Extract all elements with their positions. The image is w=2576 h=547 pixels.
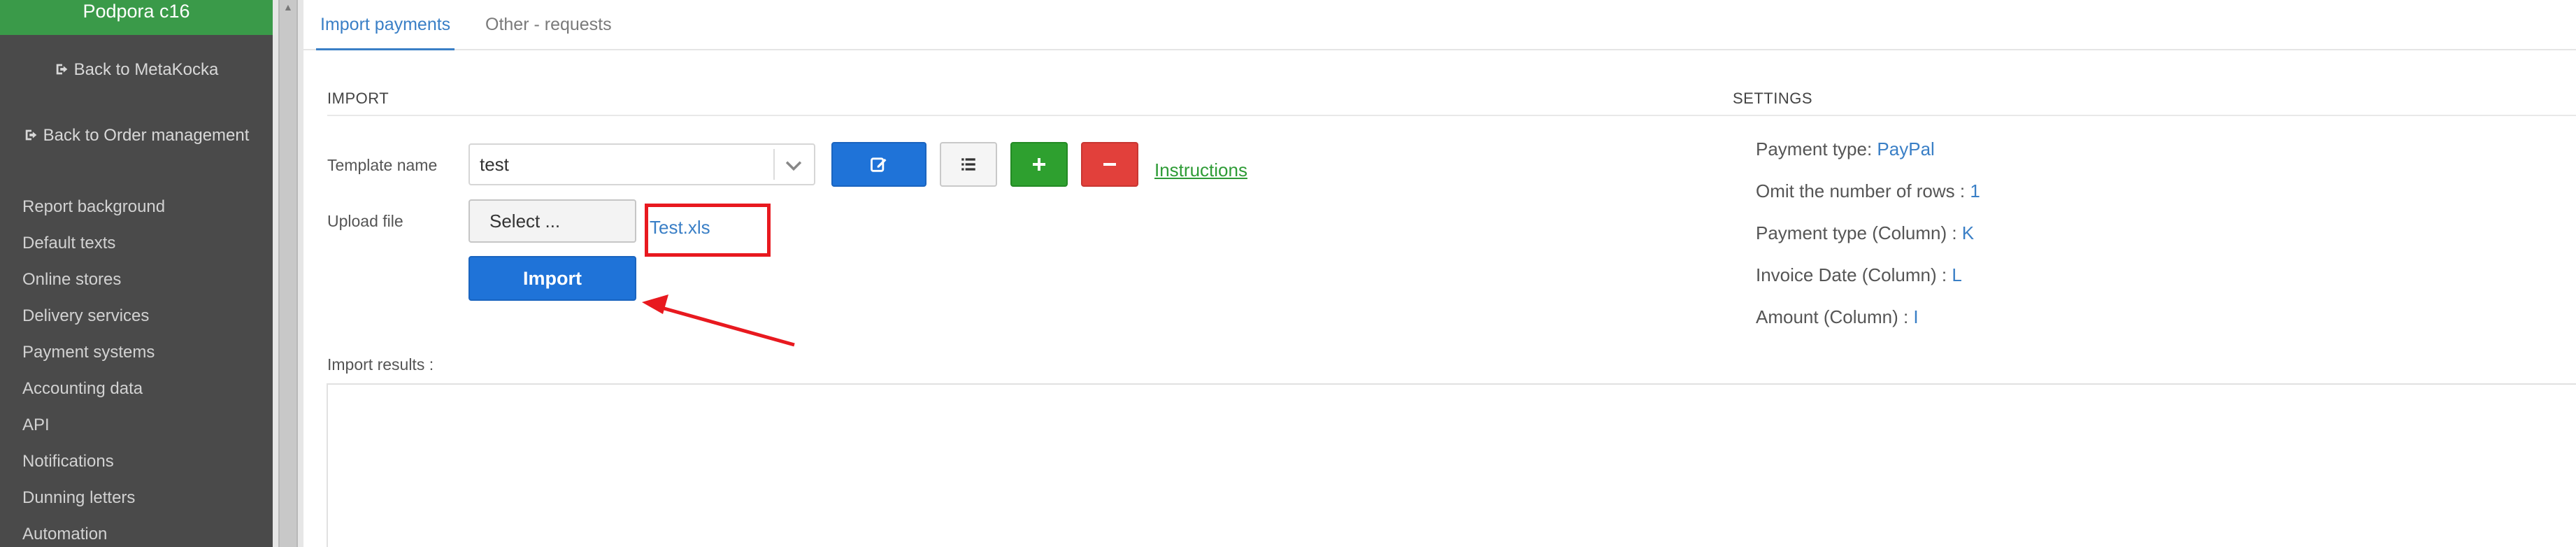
sidebar-item-automation[interactable]: Automation [22, 521, 165, 547]
import-section-divider [327, 115, 1741, 116]
settings-value: K [1961, 222, 1975, 243]
scroll-up-icon[interactable]: ▲ [283, 1, 293, 13]
highlight-annotation-box [645, 204, 771, 257]
sign-out-icon [25, 129, 36, 141]
settings-section-title: SETTINGS [1733, 90, 1813, 107]
sidebar-item-report-background[interactable]: Report background [22, 194, 165, 230]
select-file-button[interactable]: Select ... [468, 199, 636, 243]
settings-label: Invoice Date (Column) : [1756, 264, 1952, 285]
settings-label: Payment type: [1756, 138, 1877, 159]
settings-value: I [1913, 306, 1919, 327]
edit-template-button[interactable] [831, 142, 926, 187]
sidebar-item-online-stores[interactable]: Online stores [22, 267, 165, 303]
sidebar-item-delivery-services[interactable]: Delivery services [22, 303, 165, 339]
remove-template-button[interactable] [1081, 142, 1138, 187]
tab-import-payments[interactable]: Import payments [316, 13, 455, 50]
plus-icon [1033, 158, 1045, 171]
import-section-title: IMPORT [327, 90, 389, 107]
sidebar: Podpora c16 Back to MetaKocka Back to Or… [0, 0, 273, 547]
back-to-order-management-link[interactable]: Back to Order management [0, 126, 273, 145]
minus-icon [1103, 163, 1116, 166]
back-link-label: Back to Order management [43, 126, 250, 145]
sidebar-item-dunning-letters[interactable]: Dunning letters [22, 485, 165, 521]
tab-bar: Import payments Other - requests [303, 0, 2576, 50]
instructions-link[interactable]: Instructions [1154, 159, 1247, 181]
upload-file-label: Upload file [327, 212, 403, 230]
sidebar-item-accounting-data[interactable]: Accounting data [22, 376, 165, 412]
add-template-button[interactable] [1010, 142, 1068, 187]
sidebar-item-notifications[interactable]: Notifications [22, 448, 165, 485]
settings-value: PayPal [1877, 138, 1935, 159]
import-results-label: Import results : [327, 355, 434, 374]
sidebar-item-payment-systems[interactable]: Payment systems [22, 339, 165, 376]
template-name-select[interactable]: test [468, 143, 815, 185]
sidebar-header: Podpora c16 [0, 0, 273, 35]
settings-omit-rows: Omit the number of rows : 1 [1756, 180, 1980, 202]
sidebar-item-api[interactable]: API [22, 412, 165, 448]
select-separator [773, 149, 775, 180]
template-name-label: Template name [327, 156, 438, 174]
edit-icon [871, 157, 887, 172]
settings-amount-column: Amount (Column) : I [1756, 306, 1919, 328]
settings-label: Amount (Column) : [1756, 306, 1914, 327]
sidebar-item-default-texts[interactable]: Default texts [22, 230, 165, 267]
import-button[interactable]: Import [468, 256, 636, 301]
back-link-label: Back to MetaKocka [73, 60, 219, 79]
tab-other-requests[interactable]: Other - requests [485, 13, 612, 50]
sign-out-icon [56, 64, 67, 75]
main-content: Import payments Other - requests IMPORT … [303, 0, 2576, 547]
settings-value: 1 [1970, 180, 1980, 201]
settings-value: L [1952, 264, 1962, 285]
import-results-area[interactable] [327, 383, 2576, 547]
sidebar-scrollbar[interactable] [278, 0, 298, 547]
list-icon [961, 158, 975, 171]
settings-section-divider [1733, 115, 2576, 116]
list-templates-button[interactable] [940, 142, 997, 187]
settings-payment-type-column: Payment type (Column) : K [1756, 222, 1974, 244]
template-name-value: test [480, 154, 509, 175]
settings-label: Payment type (Column) : [1756, 222, 1962, 243]
back-to-metakocka-link[interactable]: Back to MetaKocka [0, 60, 273, 80]
settings-invoice-date-column: Invoice Date (Column) : L [1756, 264, 1962, 286]
sidebar-menu: Report background Default texts Online s… [22, 194, 165, 547]
chevron-down-icon[interactable] [782, 153, 806, 177]
settings-payment-type: Payment type: PayPal [1756, 138, 1935, 160]
settings-label: Omit the number of rows : [1756, 180, 1970, 201]
